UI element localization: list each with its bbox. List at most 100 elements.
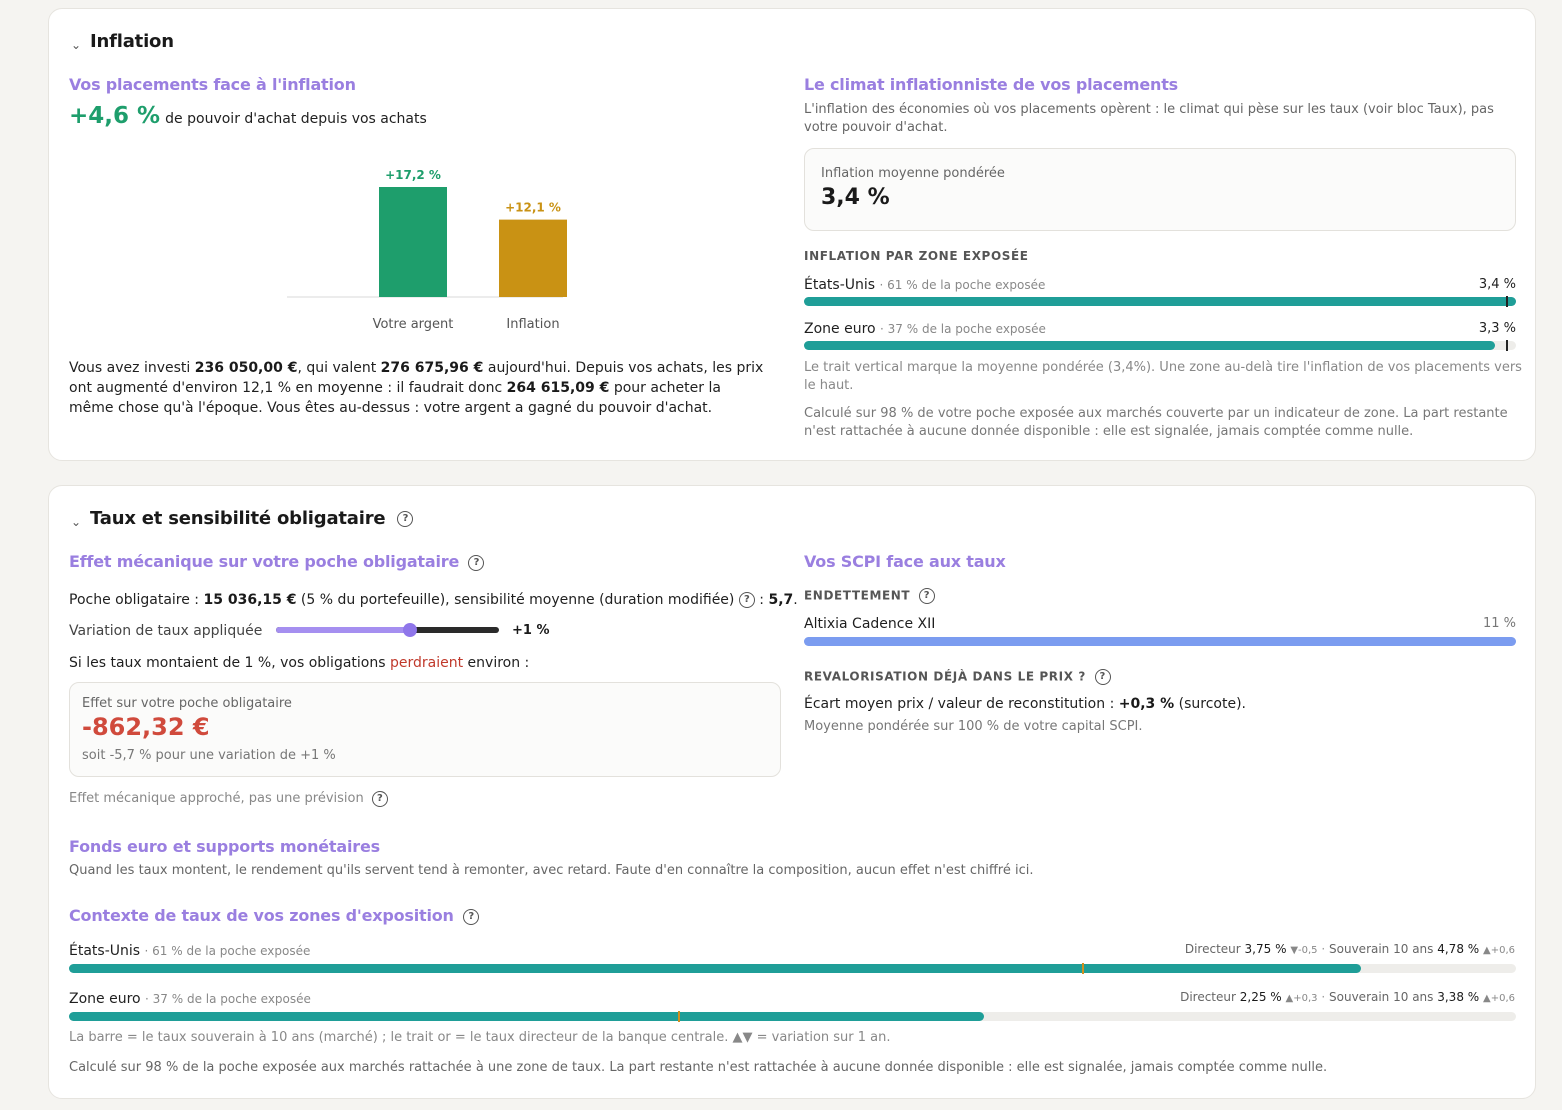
- invested-amount: 236 050,00 €: [194, 360, 298, 376]
- loss-sentence: Si les taux montaient de 1 %, vos obliga…: [69, 653, 529, 673]
- bond-line-end: .: [793, 592, 798, 608]
- bond-disclaimer-row: Effet mécanique approché, pas une prévis…: [69, 790, 388, 808]
- bond-effect-box: Effet sur votre poche obligataire -862,3…: [69, 682, 781, 777]
- bond-disclaimer: Effet mécanique approché, pas une prévis…: [69, 791, 364, 806]
- sovereign-rate-fill: [69, 964, 1362, 973]
- rate-zone-share: · 37 % de la poche exposée: [145, 992, 311, 1006]
- chevron-down-icon[interactable]: ⌄: [71, 38, 81, 52]
- rate-slider-thumb[interactable]: [402, 623, 417, 637]
- rate-zone-figures: Directeur 2,25 % ▲ +0,3 · Souverain 10 an…: [1180, 990, 1515, 1004]
- purchasing-power-value: +4,6 %: [69, 103, 161, 129]
- context-legend: La barre = le taux souverain à 10 ans (m…: [69, 1030, 891, 1045]
- help-icon[interactable]: ?: [371, 790, 388, 807]
- avg-inflation-label: Inflation moyenne pondérée: [821, 166, 1005, 181]
- chart-category-label-1: Inflation: [506, 317, 559, 332]
- needed-amount: 264 615,09 €: [506, 380, 610, 396]
- sovereign-rate-value: 4,78 %: [1437, 942, 1480, 956]
- scpi-debt-fill: [804, 637, 1516, 646]
- funds-text: Quand les taux montent, le rendement qu'…: [69, 863, 1034, 878]
- rate-zone-name: États-Unis: [69, 943, 141, 959]
- help-icon[interactable]: ?: [468, 554, 485, 571]
- help-icon[interactable]: ?: [397, 511, 414, 527]
- scpi-gap-note: Moyenne pondérée sur 100 % de votre capi…: [804, 719, 1143, 734]
- avg-inflation-value: 3,4 %: [821, 185, 890, 210]
- loss-prefix: Si les taux montaient de 1 %, vos obliga…: [69, 655, 390, 671]
- policy-rate-value: 3,75 %: [1244, 942, 1287, 956]
- scpi-debt-bar: [804, 637, 1516, 646]
- chart-bar-0: [379, 187, 447, 297]
- rates-card: ⌄ Taux et sensibilité obligataire ? Effe…: [48, 485, 1536, 1099]
- reval-header: REVALORISATION DÉJÀ DANS LE PRIX ?: [804, 669, 1086, 684]
- gap-value: +0,3 %: [1118, 696, 1175, 712]
- purchasing-power-subtitle: Vos placements face à l'inflation: [69, 75, 356, 94]
- context-subtitle-row: Contexte de taux de vos zones d'expositi…: [69, 906, 480, 925]
- sovereign-rate-value: 3,38 %: [1437, 990, 1480, 1004]
- rate-zone-figures: Directeur 3,75 % ▼-0,5 · Souverain 10 an…: [1185, 942, 1515, 956]
- rates-title: Taux et sensibilité obligataire: [90, 508, 386, 529]
- bond-line-mid: (5 % du portefeuille), sensibilité moyen…: [296, 592, 739, 608]
- help-icon[interactable]: ?: [463, 908, 480, 925]
- rate-zone-label: États-Unis · 61 % de la poche exposée: [69, 941, 310, 961]
- sovereign-rate-change: +0,6: [1490, 993, 1515, 1004]
- chart-bar-1: [499, 219, 567, 297]
- scpi-fund-name: Altixia Cadence XII: [804, 616, 936, 632]
- loss-suffix: environ :: [463, 655, 530, 671]
- current-amount: 276 675,96 €: [380, 360, 484, 376]
- avg-inflation-box: Inflation moyenne pondérée 3,4 %: [804, 148, 1516, 231]
- sovereign-rate-arrow: ▲: [1483, 993, 1491, 1004]
- zone-value: 3,4 %: [1478, 277, 1516, 292]
- context-subtitle: Contexte de taux de vos zones d'expositi…: [69, 906, 454, 925]
- help-icon[interactable]: ?: [919, 588, 935, 604]
- rate-zone-share: · 61 % de la poche exposée: [144, 944, 311, 958]
- inflation-bar-chart: +17,2 % Votre argent +12,1 % Inflation: [287, 168, 567, 332]
- bonds-subtitle-row: Effet mécanique sur votre poche obligata…: [69, 552, 485, 571]
- scpi-gap-line: Écart moyen prix / valeur de reconstitut…: [804, 694, 1246, 714]
- help-icon[interactable]: ?: [738, 592, 755, 608]
- inflation-summary-paragraph: Vous avez investi 236 050,00 €, qui vale…: [69, 358, 769, 418]
- bond-line-prefix: Poche obligataire :: [69, 592, 204, 608]
- bond-sensitivity: 5,7: [768, 592, 794, 608]
- gap-suffix: (surcote).: [1174, 696, 1246, 712]
- bond-pocket-line: Poche obligataire : 15 036,15 € (5 % du …: [69, 590, 798, 610]
- separator-dot: ·: [1321, 990, 1326, 1004]
- help-icon[interactable]: ?: [1094, 669, 1111, 685]
- rates-toggle[interactable]: ⌄: [71, 511, 81, 530]
- sovereign-rate-label: Souverain 10 ans: [1329, 990, 1434, 1004]
- sovereign-rate-arrow: ▲: [1483, 945, 1491, 956]
- purchasing-power-headline: +4,6 % de pouvoir d'achat depuis vos ach…: [69, 103, 427, 129]
- sovereign-rate-fill: [69, 1012, 984, 1021]
- rate-zone-label: Zone euro · 37 % de la poche exposée: [69, 989, 311, 1009]
- slider-label: Variation de taux appliquée: [69, 623, 263, 639]
- bond-line-colon: :: [754, 592, 769, 608]
- policy-rate-label: Directeur: [1180, 990, 1236, 1004]
- inflation-note-coverage: Calculé sur 98 % de votre poche exposée …: [804, 406, 1508, 439]
- separator-dot: ·: [1321, 942, 1326, 956]
- loss-word: perdraient: [389, 655, 464, 671]
- chevron-down-icon[interactable]: ⌄: [71, 515, 81, 529]
- zone-inflation-fill: [804, 297, 1516, 306]
- zone-row-label: Zone euro · 37 % de la poche exposée: [804, 319, 1046, 339]
- rate-slider-track[interactable]: [276, 623, 499, 637]
- inflation-card: ⌄ Inflation Vos placements face à l'infl…: [48, 8, 1536, 461]
- rates-title-row: Taux et sensibilité obligataire ?: [90, 508, 414, 529]
- policy-rate-marker: [1081, 963, 1084, 974]
- bond-effect-sub: soit -5,7 % pour une variation de +1 %: [82, 748, 336, 763]
- zones-header: INFLATION PAR ZONE EXPOSÉE: [804, 249, 1029, 263]
- chart-value-label-1: +12,1 %: [505, 201, 561, 215]
- policy-rate-arrow: ▼: [1290, 945, 1299, 956]
- bond-effect-label: Effet sur votre poche obligataire: [82, 696, 292, 711]
- chart-category-label-0: Votre argent: [373, 317, 454, 332]
- zone-name: Zone euro: [804, 321, 876, 337]
- inflation-toggle[interactable]: ⌄: [71, 34, 81, 53]
- inflation-title: Inflation: [90, 31, 174, 52]
- slider-value: +1 %: [512, 623, 550, 638]
- zone-name: États-Unis: [804, 277, 876, 293]
- context-footnote: Calculé sur 98 % de la poche exposée aux…: [69, 1060, 1328, 1075]
- policy-rate-change: -0,5: [1298, 945, 1318, 956]
- purchasing-power-text: de pouvoir d'achat depuis vos achats: [165, 111, 427, 127]
- zone-share: · 61 % de la poche exposée: [879, 278, 1046, 292]
- sovereign-rate-change: +0,6: [1490, 945, 1515, 956]
- debt-header: ENDETTEMENT: [804, 588, 911, 603]
- rate-slider-fill: [276, 627, 410, 633]
- inflation-climate-description: L'inflation des économies où vos placeme…: [804, 102, 1494, 135]
